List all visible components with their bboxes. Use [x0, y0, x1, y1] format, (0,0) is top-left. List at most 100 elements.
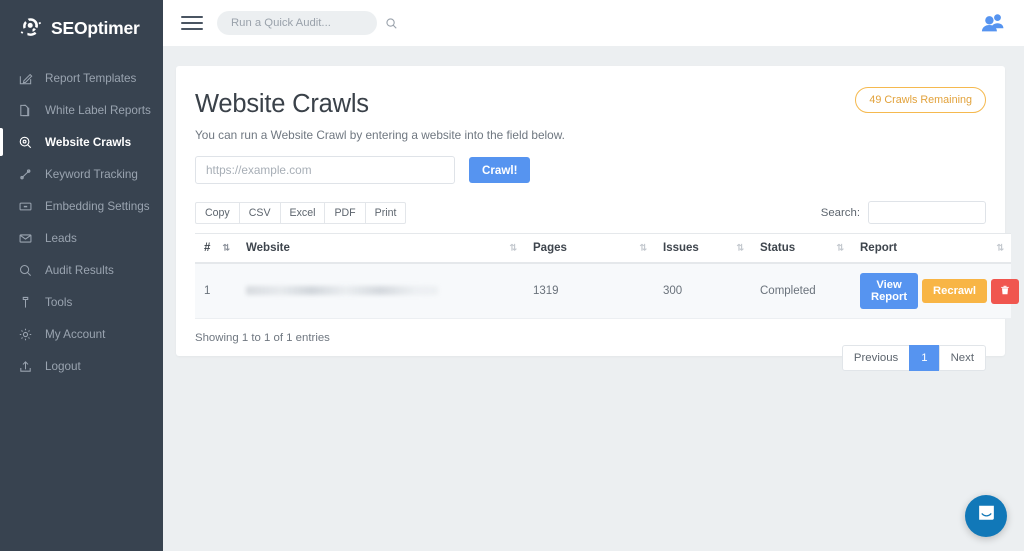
wrench-icon [17, 294, 33, 310]
excel-button[interactable]: Excel [280, 202, 326, 224]
sort-icon: ⇅ [736, 243, 743, 254]
sidebar-item-label: Leads [45, 232, 77, 245]
table-head: # ⇅ Website ⇅ Pages ⇅ [195, 234, 1011, 264]
delete-crawl-button[interactable] [991, 279, 1019, 304]
sidebar-item-label: Logout [45, 360, 81, 373]
sidebar-item-logout[interactable]: Logout [0, 350, 163, 382]
pdf-button[interactable]: PDF [324, 202, 365, 224]
entries-info: Showing 1 to 1 of 1 entries [195, 332, 330, 344]
sort-icon: ⇅ [222, 243, 229, 254]
sidebar-item-label: White Label Reports [45, 104, 151, 117]
table-search-label: Search: [821, 207, 860, 219]
quick-audit-search[interactable] [217, 11, 377, 35]
column-label: Report [860, 242, 897, 254]
column-header-pages[interactable]: Pages ⇅ [524, 234, 654, 264]
copy-button[interactable]: Copy [195, 202, 240, 224]
redacted-website-value [246, 286, 438, 295]
column-header-website[interactable]: Website ⇅ [237, 234, 524, 264]
hamburger-icon[interactable] [181, 12, 203, 34]
cell-pages: 1319 [524, 263, 654, 319]
main-area: 49 Crawls Remaining Website Crawls You c… [163, 0, 1024, 551]
csv-button[interactable]: CSV [239, 202, 281, 224]
table-body: 1 1319 300 Completed View Report Recrawl [195, 263, 1011, 319]
export-button-group: Copy CSV Excel PDF Print [195, 202, 406, 224]
sort-icon: ⇅ [639, 243, 646, 254]
column-header-num[interactable]: # ⇅ [195, 234, 237, 264]
view-report-button[interactable]: View Report [860, 273, 918, 309]
pencil-square-icon [17, 70, 33, 86]
column-label: Status [760, 242, 795, 254]
sidebar-item-leads[interactable]: Leads [0, 222, 163, 254]
table-search: Search: [821, 201, 986, 224]
chat-launcher-button[interactable] [965, 495, 1007, 537]
cell-report-actions: View Report Recrawl [851, 263, 1011, 319]
recrawl-button[interactable]: Recrawl [922, 279, 987, 303]
sidebar-item-label: Tools [45, 296, 72, 309]
magnifier-gear-icon [17, 134, 33, 150]
cell-issues: 300 [654, 263, 751, 319]
page-subtitle: You can run a Website Crawl by entering … [195, 128, 986, 142]
pagination-next[interactable]: Next [939, 345, 986, 371]
embed-box-icon [17, 198, 33, 214]
logout-upload-icon [17, 358, 33, 374]
sort-icon: ⇅ [996, 243, 1003, 254]
sort-icon: ⇅ [509, 243, 516, 254]
sidebar-item-embedding-settings[interactable]: Embedding Settings [0, 190, 163, 222]
users-icon[interactable] [980, 11, 1006, 35]
sidebar-item-white-label-reports[interactable]: White Label Reports [0, 94, 163, 126]
copy-documents-icon [17, 102, 33, 118]
pagination-previous[interactable]: Previous [842, 345, 910, 371]
cell-website [237, 263, 524, 319]
sidebar-item-audit-results[interactable]: Audit Results [0, 254, 163, 286]
crawl-button[interactable]: Crawl! [469, 157, 530, 183]
intercom-message-icon [976, 503, 997, 529]
trash-icon [999, 284, 1011, 299]
sidebar-item-label: Report Templates [45, 72, 136, 85]
brand-name: SEOptimer [51, 18, 140, 39]
table-footer: Showing 1 to 1 of 1 entries Previous 1 N… [195, 332, 986, 371]
app-root: SEOptimer Report Templates White Label R… [0, 0, 1024, 551]
sidebar-item-website-crawls[interactable]: Website Crawls [0, 126, 163, 158]
website-crawls-card: 49 Crawls Remaining Website Crawls You c… [176, 66, 1005, 356]
topbar [163, 0, 1024, 46]
sidebar-item-label: My Account [45, 328, 105, 341]
sidebar-item-keyword-tracking[interactable]: Keyword Tracking [0, 158, 163, 190]
sidebar: SEOptimer Report Templates White Label R… [0, 0, 163, 551]
print-button[interactable]: Print [365, 202, 407, 224]
search-input[interactable] [231, 17, 385, 29]
sidebar-item-my-account[interactable]: My Account [0, 318, 163, 350]
sidebar-item-label: Website Crawls [45, 136, 131, 149]
column-header-report[interactable]: Report ⇅ [851, 234, 1011, 264]
sidebar-item-label: Keyword Tracking [45, 168, 138, 181]
crawls-remaining-badge[interactable]: 49 Crawls Remaining [855, 87, 986, 113]
sidebar-item-label: Embedding Settings [45, 200, 150, 213]
website-url-input[interactable] [195, 156, 455, 184]
sidebar-item-tools[interactable]: Tools [0, 286, 163, 318]
cell-num: 1 [195, 263, 237, 319]
column-header-issues[interactable]: Issues ⇅ [654, 234, 751, 264]
search-icon [385, 17, 398, 30]
sort-icon: ⇅ [836, 243, 843, 254]
brand[interactable]: SEOptimer [0, 8, 163, 48]
sidebar-nav: Report Templates White Label Reports [0, 62, 163, 382]
table-toolbar: Copy CSV Excel PDF Print Search: [195, 201, 986, 224]
row-action-buttons: View Report Recrawl [860, 273, 1019, 309]
table-row: 1 1319 300 Completed View Report Recrawl [195, 263, 1011, 319]
envelope-icon [17, 230, 33, 246]
crawls-table: # ⇅ Website ⇅ Pages ⇅ [195, 233, 1011, 319]
column-label: Website [246, 242, 290, 254]
crawl-form: Crawl! [195, 156, 986, 184]
seoptimer-gear-icon [17, 15, 43, 41]
column-label: # [204, 242, 210, 254]
sidebar-item-label: Audit Results [45, 264, 114, 277]
table-header-row: # ⇅ Website ⇅ Pages ⇅ [195, 234, 1011, 264]
column-header-status[interactable]: Status ⇅ [751, 234, 851, 264]
cell-status: Completed [751, 263, 851, 319]
table-search-input[interactable] [868, 201, 986, 224]
content-area: 49 Crawls Remaining Website Crawls You c… [163, 46, 1024, 551]
pagination: Previous 1 Next [842, 345, 986, 371]
column-label: Issues [663, 242, 699, 254]
column-label: Pages [533, 242, 567, 254]
pagination-page-1[interactable]: 1 [909, 345, 939, 371]
sidebar-item-report-templates[interactable]: Report Templates [0, 62, 163, 94]
